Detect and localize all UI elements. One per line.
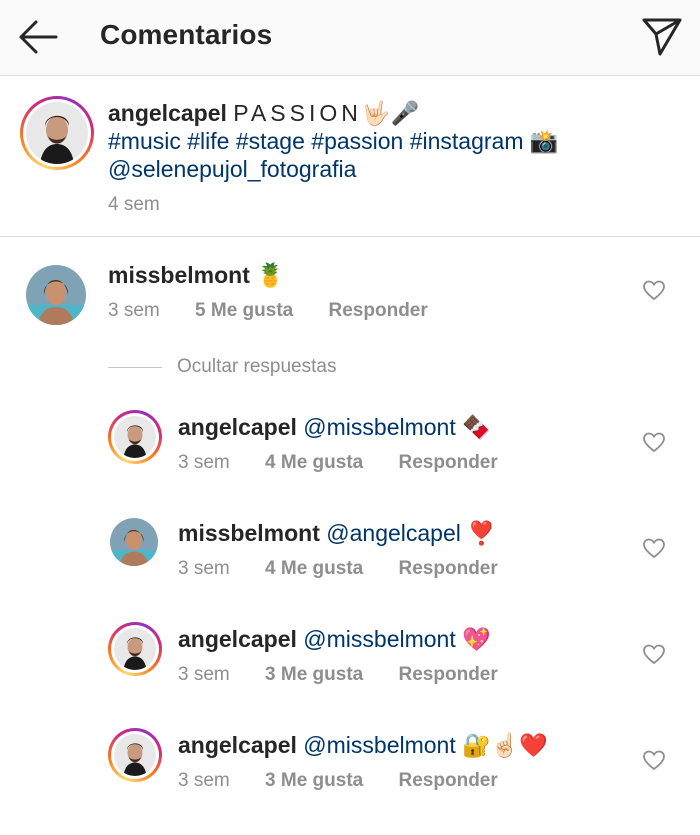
arrow-left-icon[interactable] [16,17,60,57]
likes-count[interactable]: 4 Me gusta [265,558,363,579]
comment-mention[interactable]: @missbelmont [303,626,455,652]
heart-icon[interactable] [642,537,666,559]
comment-emoji: 🍫 [462,414,491,440]
comment-timestamp: 3 sem [178,452,230,473]
avatar [114,734,156,776]
reply-button[interactable]: Responder [399,452,498,473]
avatar [114,416,156,458]
caption-username[interactable]: angelcapel [108,100,227,126]
reply-comment: angelcapel @missbelmont 💖 3 sem 3 Me gus… [0,612,700,712]
caption-timestamp: 4 sem [108,194,160,215]
reply-button[interactable]: Responder [399,770,498,791]
avatar [26,102,88,164]
comment-text: missbelmont @angelcapel ❣️ [178,519,496,547]
avatar[interactable] [26,265,86,325]
comment-emoji: ❣️ [467,520,496,546]
avatar-story-ring[interactable] [108,622,162,676]
avatar-story-ring[interactable] [108,728,162,782]
avatar-story-ring[interactable] [20,96,94,170]
reply-comment: missbelmont @angelcapel ❣️ 3 sem 4 Me gu… [0,506,700,606]
comment-username[interactable]: missbelmont [108,262,250,288]
comment-text: angelcapel @missbelmont 🍫 [178,413,491,441]
comment-username[interactable]: angelcapel [178,732,297,758]
likes-count[interactable]: 3 Me gusta [265,664,363,685]
comment-mention[interactable]: @missbelmont [303,414,455,440]
comment-mention[interactable]: @angelcapel [326,520,461,546]
comment-emoji: 💖 [462,626,491,652]
comment-meta: 3 sem 5 Me gusta Responder [108,300,458,322]
comment-meta: 3 sem 4 Me gusta Responder [178,558,528,580]
comment-meta: 3 sem 4 Me gusta Responder [178,452,528,474]
avatar [114,628,156,670]
comment-text: angelcapel @missbelmont 💖 [178,625,491,653]
hide-replies-label[interactable]: Ocultar respuestas [177,356,336,378]
reply-button[interactable]: Responder [329,300,428,321]
heart-icon[interactable] [642,431,666,453]
caption-mention[interactable]: @selenepujol_fotografia [108,156,356,182]
comment-timestamp: 3 sem [108,300,160,321]
comment-meta: 3 sem 3 Me gusta Responder [178,664,528,686]
avatar[interactable] [110,518,158,566]
caption-hashtags[interactable]: #music #life #stage #passion #instagram [108,128,524,154]
comment-text: angelcapel @missbelmont 🔐☝🏻❤️ [178,731,548,759]
heart-icon[interactable] [642,279,666,301]
reply-button[interactable]: Responder [399,558,498,579]
comment-timestamp: 3 sem [178,770,230,791]
caption-emoji: 🤟🏻🎤 [361,100,420,126]
paper-plane-icon[interactable] [640,14,684,58]
heart-icon[interactable] [642,749,666,771]
comment-timestamp: 3 sem [178,664,230,685]
comment-mention[interactable]: @missbelmont [303,732,455,758]
caption-passion-text: PASSION [233,100,362,126]
comment-text: missbelmont 🍍 [108,261,285,289]
comment-timestamp: 3 sem [178,558,230,579]
page-title: Comentarios [100,19,273,50]
likes-count[interactable]: 4 Me gusta [265,452,363,473]
heart-icon[interactable] [642,643,666,665]
comment: missbelmont 🍍 3 sem 5 Me gusta Responder [0,237,700,337]
avatar-story-ring[interactable] [108,410,162,464]
comment-meta: 3 sem 3 Me gusta Responder [178,770,528,792]
comment-emoji: 🔐☝🏻❤️ [462,732,549,758]
likes-count[interactable]: 3 Me gusta [265,770,363,791]
comment-username[interactable]: missbelmont [178,520,320,546]
camera-emoji: 📸 [529,128,559,154]
comment-username[interactable]: angelcapel [178,626,297,652]
post-caption: angelcapel PASSION🤟🏻🎤 #music #life #stag… [0,76,700,237]
caption-text: angelcapel PASSION🤟🏻🎤 #music #life #stag… [108,99,678,183]
reply-button[interactable]: Responder [399,664,498,685]
comment-emoji: 🍍 [256,262,285,288]
hide-replies-divider [108,367,162,368]
top-bar: Comentarios [0,0,700,76]
reply-comment: angelcapel @missbelmont 🔐☝🏻❤️ 3 sem 3 Me… [0,718,700,818]
comment-username[interactable]: angelcapel [178,414,297,440]
likes-count[interactable]: 5 Me gusta [195,300,293,321]
reply-comment: angelcapel @missbelmont 🍫 3 sem 4 Me gus… [0,400,700,500]
